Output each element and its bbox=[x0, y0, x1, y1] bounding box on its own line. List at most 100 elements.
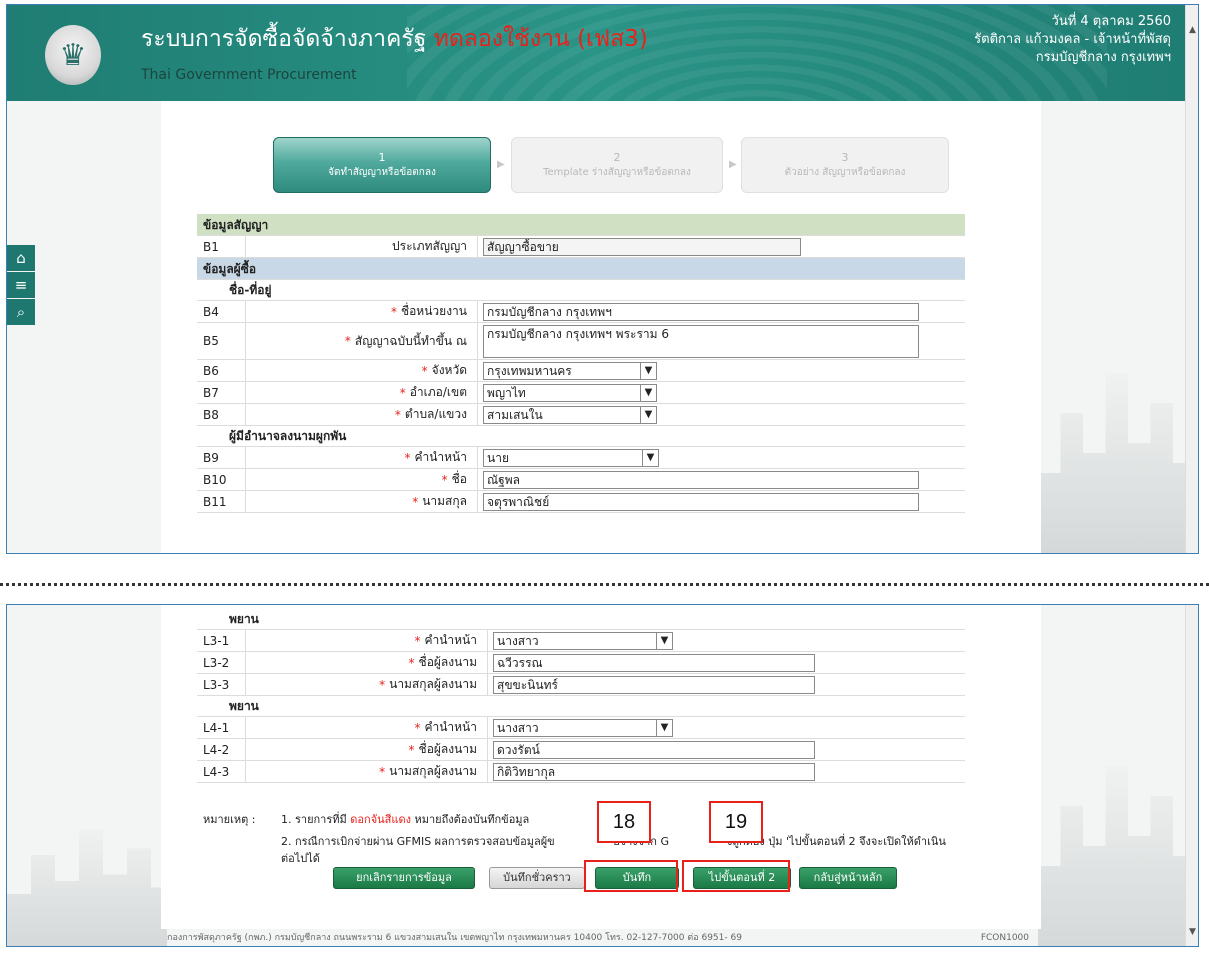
field-label: * คำนำหน้า bbox=[414, 720, 477, 735]
user-department: กรมบัญชีกลาง กรุงเทพฯ bbox=[1035, 50, 1171, 65]
witness1-name-input[interactable]: ฉวีวรรณ bbox=[493, 654, 815, 672]
field-code: B11 bbox=[203, 494, 227, 509]
scroll-down-icon[interactable]: ▼ bbox=[1187, 927, 1198, 939]
witness-form: พยาน L3-1 * คำนำหน้า นางสาว ▼ L3-2 * ชื่อผู… bbox=[197, 609, 965, 783]
step-1[interactable]: 1 จัดทำสัญญาหรือข้อตกลง bbox=[273, 137, 491, 193]
chevron-down-icon[interactable]: ▼ bbox=[640, 363, 656, 379]
field-label: * ชื่อ bbox=[441, 472, 467, 487]
search-icon[interactable]: ⌕ bbox=[7, 299, 35, 325]
main-panel: 1 จัดทำสัญญาหรือข้อตกลง ▶ 2 Template ร่า… bbox=[161, 101, 1041, 553]
contract-place-textarea[interactable]: กรมบัญชีกลาง กรุงเทพฯ พระราม 6 bbox=[483, 325, 919, 358]
row-l4-1: L4-1 * คำนำหน้า นางสาว ▼ bbox=[197, 717, 965, 739]
callout-next bbox=[682, 860, 790, 892]
contract-form: ข้อมูลสัญญา B1 ประเภทสัญญา สัญญาซื้อขาย … bbox=[197, 214, 965, 513]
footer: กองการพัสดุภาครัฐ (กพภ.) กรมบัญชีกลาง ถน… bbox=[161, 929, 1041, 946]
field-label: * ชื่อผู้ลงนาม bbox=[408, 655, 477, 670]
sidebar: ⌂ ≡ ⌕ bbox=[7, 245, 35, 326]
title-select[interactable]: นาย ▼ bbox=[483, 449, 659, 467]
subsection-address: ชื่อ-ที่อยู่ bbox=[197, 280, 965, 301]
app-subtitle: Thai Government Procurement bbox=[141, 67, 357, 83]
row-b4: B4 * ชื่อหน่วยงาน กรมบัญชีกลาง กรุงเทพฯ bbox=[197, 301, 965, 323]
notes-label: หมายเหตุ : bbox=[203, 813, 256, 826]
field-label: * นามสกุลผู้ลงนาม bbox=[379, 764, 477, 779]
row-b5: B5 * สัญญาฉบับนี้ทำขึ้น ณ กรมบัญชีกลาง กร… bbox=[197, 323, 965, 360]
user-info: วันที่ 4 ตุลาคม 2560 รัตติกาล แก้วมงคล -… bbox=[974, 13, 1171, 67]
trial-label: ทดลองใช้งาน (เฟส3) bbox=[433, 26, 648, 52]
field-label: * สัญญาฉบับนี้ทำขึ้น ณ bbox=[344, 333, 467, 349]
background-decoration bbox=[7, 829, 167, 946]
field-code: B7 bbox=[203, 385, 219, 400]
screenshot-top: ♛ ระบบการจัดซื้อจัดจ้างภาครัฐ ทดลองใช้งา… bbox=[6, 4, 1199, 554]
home-icon[interactable]: ⌂ bbox=[7, 245, 35, 271]
scroll-up-icon[interactable]: ▲ bbox=[1187, 25, 1198, 37]
step-3[interactable]: 3 ตัวอย่าง สัญญาหรือข้อตกลง bbox=[741, 137, 949, 193]
field-code: B1 bbox=[203, 239, 219, 254]
field-label: * ตำบล/แขวง bbox=[394, 407, 467, 422]
row-b8: B8 * ตำบล/แขวง สามเสนใน ▼ bbox=[197, 404, 965, 426]
witness2-title-select[interactable]: นางสาว ▼ bbox=[493, 719, 673, 737]
field-label: * จังหวัด bbox=[421, 363, 467, 378]
current-date: วันที่ 4 ตุลาคม 2560 bbox=[1051, 14, 1171, 29]
screenshot-bottom: ▼ พยาน L3-1 * คำนำหน้า นางสาว ▼ L3-2 * ชื่อ… bbox=[6, 604, 1199, 947]
subsection-signer: ผู้มีอำนาจลงนามผูกพัน bbox=[197, 426, 965, 447]
step-label: ตัวอย่าง สัญญาหรือข้อตกลง bbox=[784, 167, 906, 178]
row-b9: B9 * คำนำหน้า นาย ▼ bbox=[197, 447, 965, 469]
witness2-surname-input[interactable]: กิติวิทยากุล bbox=[493, 763, 815, 781]
field-code: L3-1 bbox=[203, 633, 230, 648]
witness2-name-input[interactable]: ดวงรัตน์ bbox=[493, 741, 815, 759]
district-select[interactable]: พญาไท ▼ bbox=[483, 384, 657, 402]
field-code: B10 bbox=[203, 472, 227, 487]
witness1-title-select[interactable]: นางสาว ▼ bbox=[493, 632, 673, 650]
field-label: * นามสกุลผู้ลงนาม bbox=[379, 677, 477, 692]
first-name-input[interactable]: ณัฐพล bbox=[483, 471, 919, 489]
row-l4-3: L4-3 * นามสกุลผู้ลงนาม กิติวิทยากุล bbox=[197, 761, 965, 783]
menu-icon[interactable]: ≡ bbox=[7, 272, 35, 298]
footer-address: กองการพัสดุภาครัฐ (กพภ.) กรมบัญชีกลาง ถน… bbox=[167, 933, 742, 943]
subsection-witness-1: พยาน bbox=[197, 609, 965, 630]
step-label: จัดทำสัญญาหรือข้อตกลง bbox=[328, 167, 436, 178]
callout-save bbox=[584, 860, 678, 892]
field-label: * นามสกุล bbox=[412, 494, 467, 509]
step-arrow-icon: ▶ bbox=[729, 159, 737, 170]
field-code: B6 bbox=[203, 363, 219, 378]
step-arrow-icon: ▶ bbox=[497, 159, 505, 170]
user-name: รัตติกาล แก้วมงคล - เจ้าหน้าที่พัสดุ bbox=[974, 32, 1171, 47]
row-l3-2: L3-2 * ชื่อผู้ลงนาม ฉวีวรรณ bbox=[197, 652, 965, 674]
witness1-surname-input[interactable]: สุขขะนินทร์ bbox=[493, 676, 815, 694]
section-contract: ข้อมูลสัญญา bbox=[197, 214, 965, 236]
row-b1: B1 ประเภทสัญญา สัญญาซื้อขาย bbox=[197, 236, 965, 258]
chevron-down-icon[interactable]: ▼ bbox=[656, 633, 672, 649]
logo-icon: ♛ bbox=[45, 25, 101, 85]
subsection-witness-2: พยาน bbox=[197, 696, 965, 717]
row-b7: B7 * อำเภอ/เขต พญาไท ▼ bbox=[197, 382, 965, 404]
step-number: 1 bbox=[378, 151, 386, 164]
subdistrict-select[interactable]: สามเสนใน ▼ bbox=[483, 406, 657, 424]
chevron-down-icon[interactable]: ▼ bbox=[640, 385, 656, 401]
callout-badge-19: 19 bbox=[709, 801, 763, 843]
chevron-down-icon[interactable]: ▼ bbox=[642, 450, 658, 466]
step-label: Template ร่างสัญญาหรือข้อตกลง bbox=[543, 167, 691, 178]
cancel-button[interactable]: ยกเลิกรายการข้อมูล bbox=[333, 867, 475, 889]
section-buyer: ข้อมูลผู้ซื้อ bbox=[197, 258, 965, 280]
screen-code: FCON1000 bbox=[980, 933, 1029, 943]
vertical-scrollbar[interactable]: ▲ bbox=[1185, 5, 1198, 553]
step-2[interactable]: 2 Template ร่างสัญญาหรือข้อตกลง bbox=[511, 137, 723, 193]
chevron-down-icon[interactable]: ▼ bbox=[640, 407, 656, 423]
last-name-input[interactable]: จตุรพาณิชย์ bbox=[483, 493, 919, 511]
chevron-down-icon[interactable]: ▼ bbox=[656, 720, 672, 736]
separator-dots bbox=[0, 583, 1209, 587]
field-code: B8 bbox=[203, 407, 219, 422]
row-l3-1: L3-1 * คำนำหน้า นางสาว ▼ bbox=[197, 630, 965, 652]
step-number: 3 bbox=[841, 151, 849, 164]
vertical-scrollbar[interactable]: ▼ bbox=[1185, 605, 1198, 946]
draft-save-button[interactable]: บันทึกชั่วคราว bbox=[489, 867, 585, 889]
agency-name-input[interactable]: กรมบัญชีกลาง กรุงเทพฯ bbox=[483, 303, 919, 321]
field-code: L4-1 bbox=[203, 720, 230, 735]
back-home-button[interactable]: กลับสู่หน้าหลัก bbox=[799, 867, 897, 889]
row-b6: B6 * จังหวัด กรุงเทพมหานคร ▼ bbox=[197, 360, 965, 382]
field-code: L3-3 bbox=[203, 677, 230, 692]
province-select[interactable]: กรุงเทพมหานคร ▼ bbox=[483, 362, 657, 380]
callout-badge-18: 18 bbox=[597, 801, 651, 843]
field-label: ประเภทสัญญา bbox=[392, 239, 467, 253]
field-code: L4-3 bbox=[203, 764, 230, 779]
